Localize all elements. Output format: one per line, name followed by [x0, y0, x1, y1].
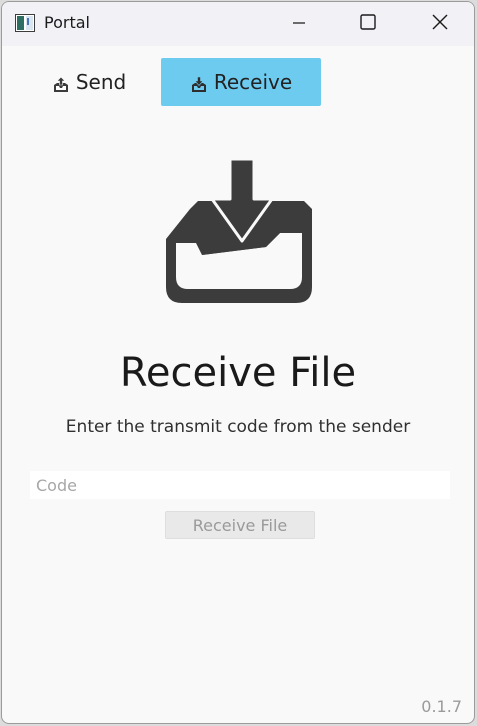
code-input[interactable]	[30, 471, 450, 499]
page-title: Receive File	[119, 350, 357, 396]
tab-receive-label: Receive	[213, 70, 293, 94]
version-label: 0.1.7	[421, 697, 462, 716]
maximize-button[interactable]	[345, 2, 391, 46]
app-window-icon	[15, 14, 35, 32]
window-title: Portal	[44, 13, 90, 32]
close-icon	[432, 14, 448, 34]
app-window: Portal Send Receive Receive File Enter t…	[1, 1, 475, 724]
close-button[interactable]	[417, 2, 463, 46]
receive-inbox-icon	[190, 74, 208, 92]
instruction-text: Enter the transmit code from the sender	[65, 417, 411, 437]
tab-receive[interactable]: Receive	[161, 58, 321, 106]
tab-send[interactable]: Send	[30, 58, 148, 106]
download-tray-icon	[162, 157, 318, 307]
receive-file-button[interactable]: Receive File	[165, 511, 315, 539]
maximize-icon	[360, 14, 376, 34]
minimize-icon	[292, 15, 306, 34]
title-bar: Portal	[2, 2, 474, 46]
send-inbox-icon	[52, 74, 70, 92]
tab-send-label: Send	[75, 70, 127, 94]
minimize-button[interactable]	[276, 2, 322, 46]
receive-file-button-label: Receive File	[192, 515, 288, 535]
